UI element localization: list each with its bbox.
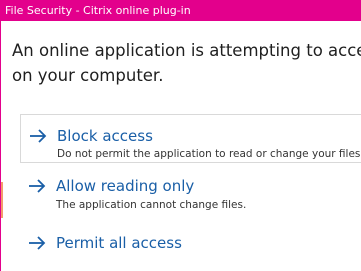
window-title: File Security - Citrix online plug-in: [5, 4, 191, 17]
prompt-heading: An online application is attempting to a…: [12, 38, 361, 88]
arrow-right-icon: [29, 179, 46, 193]
allow-reading-only-description: The application cannot change files.: [56, 199, 247, 211]
allow-reading-only-option[interactable]: Allow reading only The application canno…: [20, 176, 361, 216]
focus-edge-marker: [1, 182, 3, 218]
window-titlebar[interactable]: File Security - Citrix online plug-in: [1, 0, 361, 21]
permit-all-access-option[interactable]: Permit all access: [20, 233, 361, 257]
block-access-option[interactable]: Block access Do not permit the applicati…: [20, 114, 361, 163]
prompt-line-1: An online application is attempting to a…: [12, 41, 361, 60]
block-access-title: Block access: [57, 127, 153, 145]
block-access-description: Do not permit the application to read or…: [57, 148, 361, 160]
file-security-dialog: File Security - Citrix online plug-in An…: [0, 0, 361, 271]
arrow-right-icon: [29, 236, 46, 250]
permit-all-access-title: Permit all access: [56, 234, 182, 252]
prompt-line-2: on your computer.: [12, 66, 164, 85]
allow-reading-only-title: Allow reading only: [56, 177, 195, 195]
arrow-right-icon: [30, 129, 47, 143]
